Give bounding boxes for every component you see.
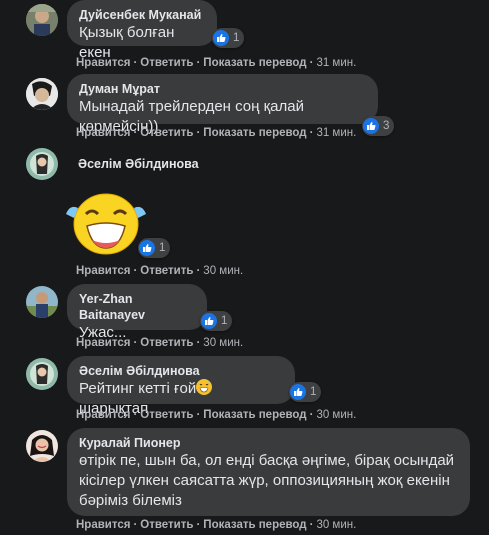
separator: · (309, 127, 314, 139)
separator: · (133, 57, 138, 69)
comment-text-line: бәріміз білеміз (79, 492, 182, 509)
separator: · (133, 265, 138, 277)
avatar[interactable] (26, 78, 58, 110)
separator: · (196, 127, 201, 139)
like-link[interactable]: Нравится (76, 337, 130, 349)
avatar[interactable] (26, 4, 58, 36)
like-icon (213, 30, 229, 46)
separator: · (196, 337, 201, 349)
reaction-count: 1 (159, 242, 166, 254)
separator: · (133, 127, 138, 139)
like-link[interactable]: Нравится (76, 265, 130, 277)
reaction-count: 3 (383, 120, 390, 132)
reaction-counter[interactable]: 1 (212, 28, 245, 48)
reaction-counter[interactable]: 1 (289, 382, 322, 402)
reply-link[interactable]: Ответить (140, 519, 193, 531)
separator: · (133, 519, 138, 531)
comment-actions: Нравится · Ответить · 30 мин. (76, 264, 243, 278)
translate-link[interactable]: Показать перевод (203, 127, 306, 139)
like-icon (363, 118, 379, 134)
timestamp[interactable]: 30 мин. (316, 519, 356, 531)
author-name[interactable]: Куралай Пионер (79, 435, 458, 451)
translate-link[interactable]: Показать перевод (203, 519, 306, 531)
reaction-counter[interactable]: 3 (362, 116, 395, 136)
comment-text-line: өтірік пе, шын ба, ол енді басқа әңгіме,… (79, 452, 455, 469)
like-link[interactable]: Нравится (76, 519, 130, 531)
timestamp[interactable]: 31 мин. (316, 57, 356, 69)
reply-link[interactable]: Ответить (140, 127, 193, 139)
like-icon (201, 313, 217, 329)
separator: · (196, 519, 201, 531)
comment-bubble: Әселім Әбілдинова Рейтинг кетті ғой шары… (67, 356, 295, 417)
separator: · (309, 57, 314, 69)
reaction-count: 1 (233, 32, 240, 44)
separator: · (196, 409, 201, 421)
separator: · (133, 337, 138, 349)
timestamp[interactable]: 31 мин. (316, 127, 356, 139)
comment-bubble: Куралай Пионер өтірік пе, шын ба, ол енд… (67, 428, 470, 516)
reply-link[interactable]: Ответить (140, 57, 193, 69)
separator: · (309, 409, 314, 421)
like-link[interactable]: Нравится (76, 409, 130, 421)
reaction-counter[interactable]: 1 (200, 311, 233, 331)
author-name[interactable]: Әселім Әбілдинова (78, 156, 199, 172)
avatar[interactable] (26, 430, 58, 462)
avatar[interactable] (26, 286, 58, 318)
like-icon (139, 240, 155, 256)
like-icon (290, 384, 306, 400)
reply-link[interactable]: Ответить (140, 337, 193, 349)
reaction-counter[interactable]: 1 (138, 238, 171, 258)
laughing-tears-sticker (62, 190, 150, 256)
separator: · (196, 265, 201, 277)
avatar[interactable] (26, 148, 58, 180)
author-name[interactable]: Дуйсенбек Муканай (79, 7, 205, 23)
separator: · (309, 519, 314, 531)
timestamp[interactable]: 30 мин. (203, 265, 243, 277)
comment-actions: Нравится · Ответить · Показать перевод · 30 ми… (76, 408, 356, 422)
comment-bubble: Yer-Zhan Baitanayev Ужас... (67, 284, 207, 341)
reaction-count: 1 (221, 315, 228, 327)
comment-actions: Нравится · Ответить · Показать перевод · 31 ми… (76, 126, 356, 140)
timestamp[interactable]: 30 мин. (203, 337, 243, 349)
timestamp[interactable]: 30 мин. (316, 409, 356, 421)
like-link[interactable]: Нравится (76, 127, 130, 139)
translate-link[interactable]: Показать перевод (203, 57, 306, 69)
reaction-count: 1 (310, 386, 317, 398)
comment-text-start: Рейтинг кетті ғой (79, 380, 197, 397)
comment-bubble: Дуйсенбек Муканай Қызық болған екен (67, 0, 217, 61)
avatar[interactable] (26, 358, 58, 390)
reply-link[interactable]: Ответить (140, 265, 193, 277)
author-name[interactable]: Думан Мұрат (79, 81, 366, 97)
separator: · (133, 409, 138, 421)
author-name[interactable]: Yer-Zhan Baitanayev (79, 291, 195, 323)
reply-link[interactable]: Ответить (140, 409, 193, 421)
comment-actions: Нравится · Ответить · 30 мин. (76, 336, 243, 350)
separator: · (196, 57, 201, 69)
like-link[interactable]: Нравится (76, 57, 130, 69)
comment-actions: Нравится · Ответить · Показать перевод · 31 ми… (76, 56, 356, 70)
author-name[interactable]: Әселім Әбілдинова (79, 363, 283, 379)
comment-bubble: Думан Мұрат Мынадай трейлерден соң қалай… (67, 74, 378, 135)
comment-actions: Нравится · Ответить · Показать перевод · 30 ми… (76, 518, 356, 532)
translate-link[interactable]: Показать перевод (203, 409, 306, 421)
comment-text-line: кісілер үлкен саясатта жүр, оппозицияның… (79, 472, 450, 489)
grinning-sweat-emoji (196, 379, 213, 395)
